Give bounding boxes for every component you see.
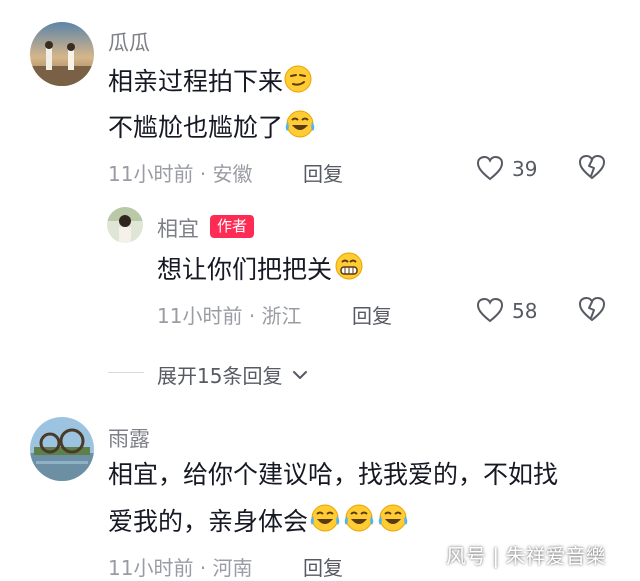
like-count: 39 (512, 157, 538, 181)
broken-heart-icon (578, 154, 606, 184)
avatar[interactable] (30, 417, 94, 481)
avatar[interactable] (107, 207, 143, 243)
reply-button[interactable]: 回复 (352, 300, 392, 329)
comment-time: 11小时前 · 河南 (108, 556, 253, 580)
author-badge: 作者 (210, 215, 255, 238)
comment-text-line: 想让你们把把关 (157, 250, 366, 291)
laughing-tears-emoji-icon (342, 502, 376, 543)
expand-replies-label: 展开15条回复 (157, 364, 283, 388)
comment-text-line: 不尴尬也尴尬了 (108, 108, 317, 149)
comment-text-line: 相亲过程拍下来 (108, 64, 313, 103)
laughing-tears-emoji-icon (376, 502, 410, 543)
smirk-emoji-icon (283, 64, 313, 103)
comment-text-line: 相宜，给你个建议哈，找我爱的，不如找 (108, 460, 559, 489)
heart-icon (476, 155, 504, 185)
watermark: 风号 | 朱祥爱音樂 (446, 544, 606, 568)
expand-divider (108, 372, 144, 373)
comment-author[interactable]: 瓜瓜 (108, 27, 150, 57)
avatar[interactable] (30, 22, 94, 86)
dislike-button[interactable] (578, 154, 608, 184)
comment-author[interactable]: 雨露 (108, 423, 150, 453)
expand-replies-button[interactable]: 展开15条回复 (157, 360, 308, 388)
like-count: 58 (512, 299, 538, 323)
comment-time: 11小时前 · 安徽 (108, 162, 253, 186)
comment-text-line: 爱我的，亲身体会 (108, 502, 410, 543)
heart-icon (476, 297, 504, 327)
reply-button[interactable]: 回复 (303, 552, 343, 581)
dislike-button[interactable] (578, 296, 608, 326)
reply-button[interactable]: 回复 (303, 158, 343, 187)
comment-author[interactable]: 相宜 (157, 213, 199, 243)
grin-emoji-icon (332, 250, 366, 291)
chevron-down-icon (292, 366, 308, 385)
laughing-tears-emoji-icon (283, 108, 317, 149)
broken-heart-icon (578, 296, 606, 326)
like-button[interactable]: 58 (476, 296, 546, 326)
laughing-tears-emoji-icon (308, 502, 342, 543)
comment-time: 11小时前 · 浙江 (157, 304, 302, 328)
like-button[interactable]: 39 (476, 154, 546, 184)
